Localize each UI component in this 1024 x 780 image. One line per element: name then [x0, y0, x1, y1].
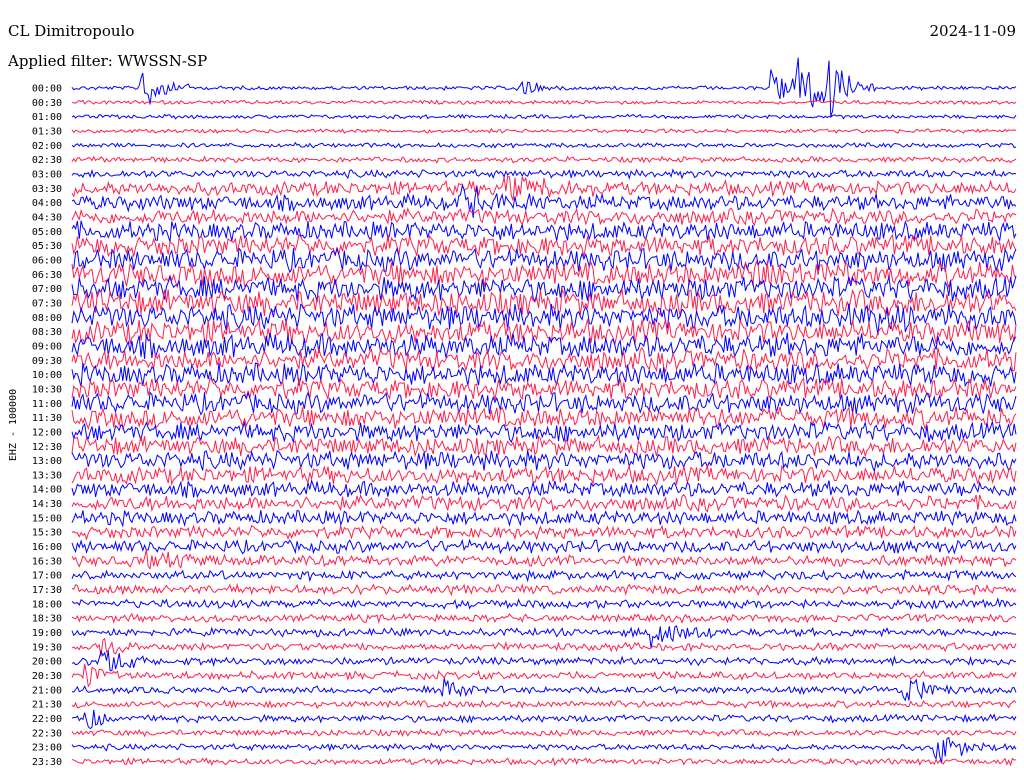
tick-label: 08:30	[32, 327, 62, 338]
tick-label: 12:00	[32, 427, 62, 438]
tick-label: 13:00	[32, 456, 62, 467]
tick-label: 17:00	[32, 571, 62, 582]
station-title: CL Dimitropoulo	[8, 22, 134, 40]
tick-label: 09:00	[32, 341, 62, 352]
tick-label: 00:00	[32, 84, 62, 95]
tick-label: 04:30	[32, 212, 62, 223]
tick-label: 07:00	[32, 284, 62, 295]
tick-label: 17:30	[32, 585, 62, 596]
tick-label: 19:30	[32, 642, 62, 653]
tick-label: 11:30	[32, 413, 62, 424]
tick-label: 10:30	[32, 384, 62, 395]
y-axis-label: EHZ - 100000	[8, 389, 19, 461]
tick-label: 20:30	[32, 671, 62, 682]
tick-label: 08:00	[32, 313, 62, 324]
tick-label: 18:00	[32, 599, 62, 610]
tick-label: 01:00	[32, 112, 62, 123]
tick-label: 02:30	[32, 155, 62, 166]
tick-label: 16:30	[32, 556, 62, 567]
tick-label: 05:30	[32, 241, 62, 252]
tick-label: 14:30	[32, 499, 62, 510]
tick-label: 22:30	[32, 728, 62, 739]
tick-label: 10:00	[32, 370, 62, 381]
tick-label: 03:00	[32, 169, 62, 180]
tick-label: 22:00	[32, 714, 62, 725]
tick-label: 23:30	[32, 757, 62, 768]
tick-label: 15:00	[32, 513, 62, 524]
tick-label: 12:30	[32, 442, 62, 453]
tick-label: 02:00	[32, 141, 62, 152]
tick-label: 18:30	[32, 614, 62, 625]
tick-label: 06:30	[32, 270, 62, 281]
filter-subtitle: Applied filter: WWSSN-SP	[7, 52, 207, 70]
tick-label: 03:30	[32, 184, 62, 195]
tick-label: 09:30	[32, 356, 62, 367]
tick-label: 14:00	[32, 485, 62, 496]
tick-label: 13:30	[32, 470, 62, 481]
tick-label: 01:30	[32, 126, 62, 137]
tick-label: 19:00	[32, 628, 62, 639]
tick-label: 07:30	[32, 298, 62, 309]
chart-date: 2024-11-09	[930, 22, 1016, 40]
tick-label: 05:00	[32, 227, 62, 238]
tick-label: 06:00	[32, 255, 62, 266]
tick-label: 16:00	[32, 542, 62, 553]
tick-label: 11:00	[32, 399, 62, 410]
helicorder-chart: 00:00 00:30 01:00 01:30 02:00 02:30 03:00 03:30…	[0, 0, 1024, 780]
tick-label: 15:30	[32, 528, 62, 539]
tick-label: 21:00	[32, 685, 62, 696]
tick-label: 21:30	[32, 700, 62, 711]
tick-label: 20:00	[32, 657, 62, 668]
tick-label: 04:00	[32, 198, 62, 209]
tick-label: 23:00	[32, 743, 62, 754]
tick-label: 00:30	[32, 98, 62, 109]
